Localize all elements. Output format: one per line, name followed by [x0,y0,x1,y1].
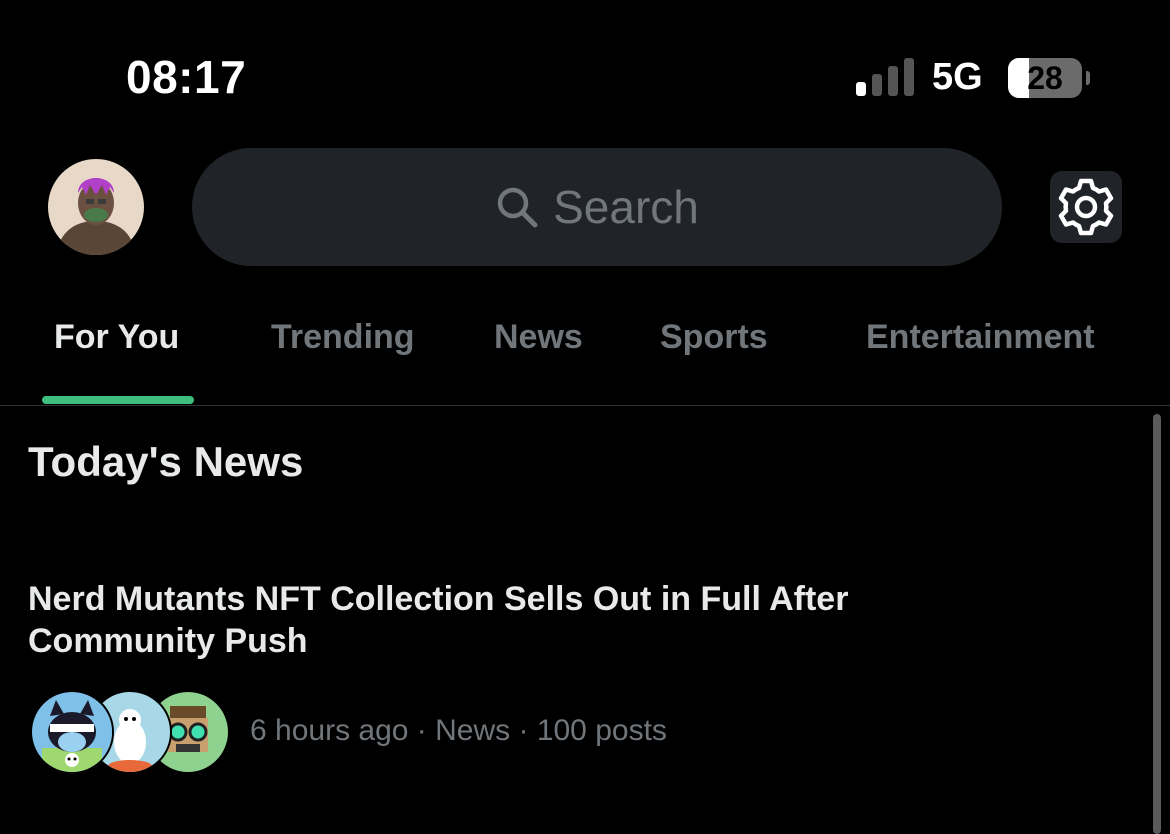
battery-level: 28 [1027,60,1063,96]
search-bar[interactable]: Search [192,148,1002,266]
tab-entertainment[interactable]: Entertainment [866,318,1095,357]
tab-sports[interactable]: Sports [660,318,768,357]
scrollbar[interactable] [1153,414,1161,834]
tab-for-you[interactable]: For You [54,318,179,357]
news-headline[interactable]: Nerd Mutants NFT Collection Sells Out in… [28,578,928,662]
avatar-cat-skull [30,690,114,774]
search-icon [497,187,538,228]
tab-divider [0,405,1170,406]
tab-bar: For You Trending News Sports Entertainme… [0,300,1170,406]
section-title: Today's News [28,438,304,485]
meta-separator: · [416,714,436,747]
news-category: News [435,714,511,747]
avatar-image [48,159,144,255]
tab-trending[interactable]: Trending [271,318,415,357]
gear-icon [1058,178,1114,236]
news-time: 6 hours ago [250,714,409,747]
search-placeholder: Search [553,181,699,233]
tab-news[interactable]: News [494,318,583,357]
network-type: 5G [932,56,983,98]
news-meta: 6 hours ago · News · 100 posts [250,714,667,748]
battery-icon: 28 [1008,58,1090,98]
news-avatars [30,690,230,774]
signal-strength-icon [856,58,914,96]
status-time: 08:17 [126,51,247,103]
settings-button[interactable] [1050,171,1122,243]
active-tab-indicator [42,396,194,404]
meta-separator: · [518,714,537,747]
profile-avatar[interactable] [48,159,144,255]
news-post-count: 100 posts [536,714,667,747]
